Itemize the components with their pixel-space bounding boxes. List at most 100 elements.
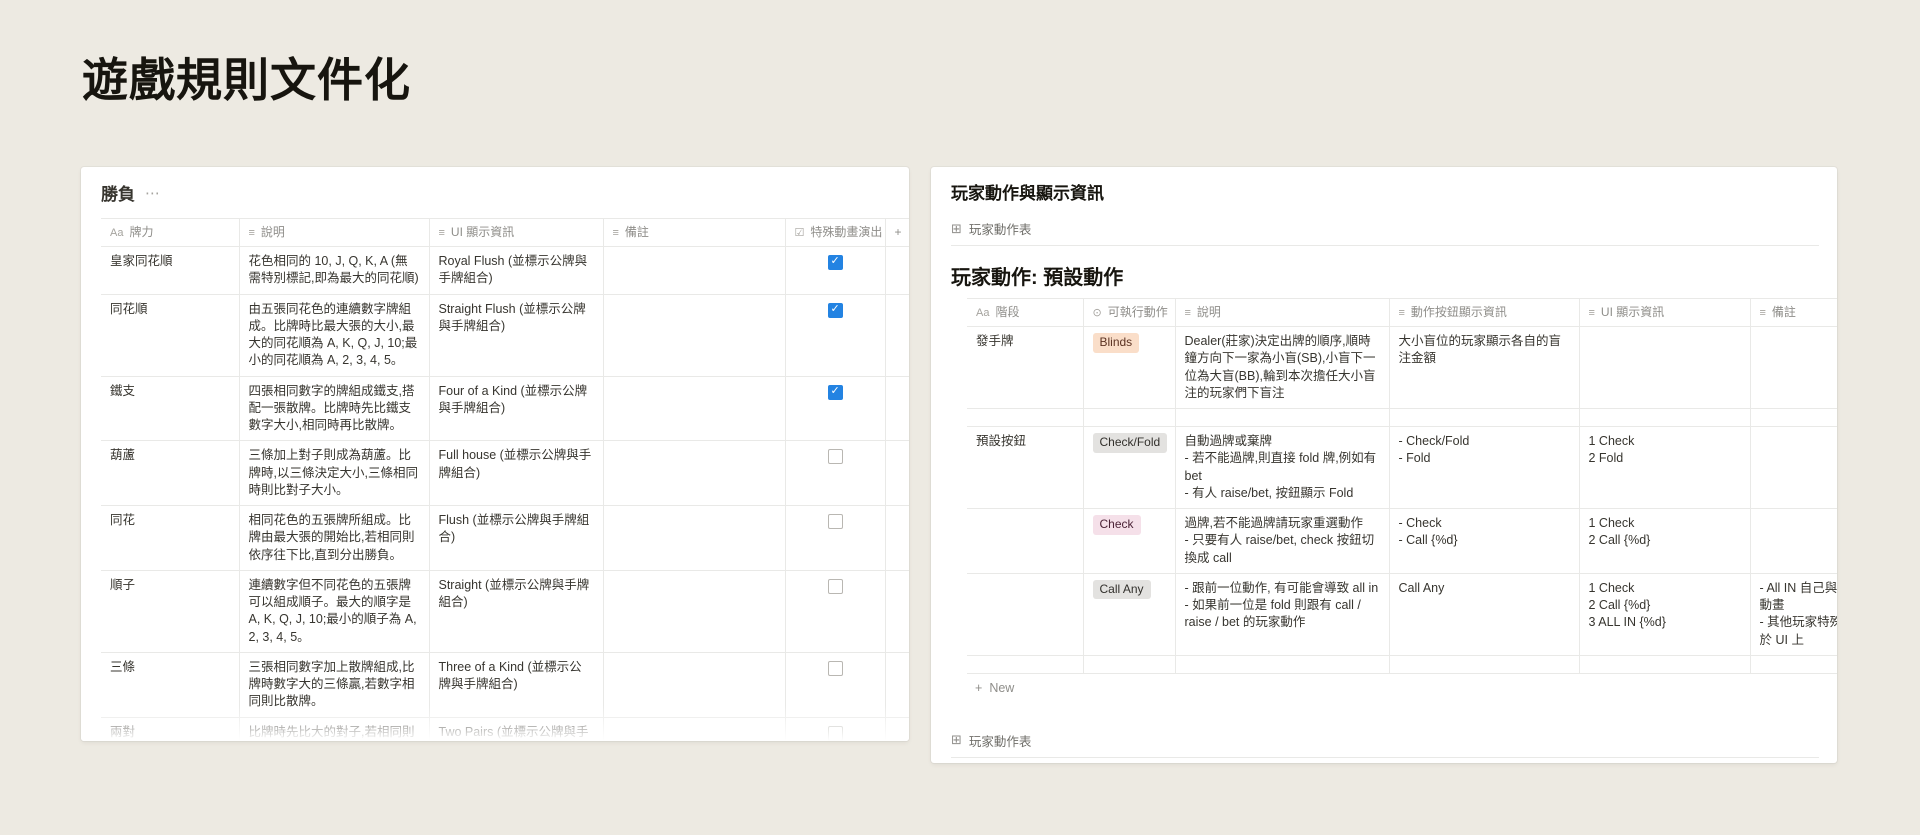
cell-note[interactable] bbox=[1750, 426, 1837, 510]
column-header-button-display[interactable]: ≡ 動作按鈕顯示資訊 bbox=[1389, 297, 1580, 328]
database-view-tab[interactable]: ⊞ 玩家動作表 bbox=[951, 214, 1819, 246]
cell-desc[interactable]: 比牌時先比大的對子,若相同則比小的對子,再相同則比散牌大小。 bbox=[239, 717, 430, 741]
cell-desc[interactable] bbox=[1175, 655, 1390, 674]
cell-ui-display[interactable]: 1 Check 2 Call {%d} 3 ALL IN {%d} bbox=[1579, 573, 1751, 656]
cell-desc[interactable]: 四張相同數字的牌組成鐵支,搭配一張散牌。比牌時先比鐵支數字大小,相同時再比散牌。 bbox=[239, 376, 430, 442]
cell-ui[interactable]: Four of a Kind (並標示公牌與手牌組合) bbox=[429, 376, 604, 442]
cell-stage[interactable] bbox=[967, 508, 1084, 574]
checkbox[interactable] bbox=[827, 254, 843, 271]
cell-note[interactable] bbox=[603, 294, 786, 377]
player-actions-title[interactable]: 玩家動作與顯示資訊 bbox=[951, 179, 1837, 204]
winloss-title[interactable]: 勝負 bbox=[101, 180, 135, 205]
table-row: Call Any - 跟前一位動作, 有可能會導致 all in - 如果前一位… bbox=[967, 573, 1837, 656]
column-header-desc[interactable]: ≡ 說明 bbox=[1175, 297, 1390, 328]
cell-hand[interactable]: 兩對 bbox=[101, 717, 240, 741]
cell-desc[interactable]: 三張相同數字加上散牌組成,比牌時數字大的三條贏,若數字相同則比散牌。 bbox=[239, 652, 430, 718]
cell-hand[interactable]: 同花順 bbox=[101, 294, 240, 377]
cell-note[interactable] bbox=[603, 505, 786, 571]
cell-ui[interactable]: Flush (並標示公牌與手牌組合) bbox=[429, 505, 604, 571]
more-options-icon[interactable]: ⋯ bbox=[145, 184, 160, 202]
cell-button-display[interactable]: - Check/Fold - Fold bbox=[1389, 426, 1580, 510]
cell-stage[interactable]: 發手牌 bbox=[967, 326, 1084, 410]
cell-button-display[interactable]: - Check - Call {%d} bbox=[1389, 508, 1580, 574]
cell-ui[interactable]: Straight Flush (並標示公牌與手牌組合) bbox=[429, 294, 604, 377]
cell-note[interactable] bbox=[603, 376, 786, 442]
table-row: 鐵支 四張相同數字的牌組成鐵支,搭配一張散牌。比牌時先比鐵支數字大小,相同時再比… bbox=[101, 376, 909, 442]
cell-note[interactable] bbox=[603, 717, 786, 741]
cell-note[interactable] bbox=[603, 652, 786, 718]
column-header-stage[interactable]: Aa 階段 bbox=[967, 297, 1084, 328]
cell-ui[interactable]: Three of a Kind (並標示公牌與手牌組合) bbox=[429, 652, 604, 718]
cell-stage[interactable] bbox=[967, 408, 1084, 428]
cell-stage[interactable] bbox=[967, 655, 1084, 674]
checkbox[interactable] bbox=[827, 514, 843, 530]
cell-action[interactable] bbox=[1083, 655, 1176, 674]
column-header-ui-display[interactable]: ≡ UI 顯示資訊 bbox=[1579, 297, 1751, 328]
checkbox[interactable] bbox=[827, 578, 843, 594]
column-header-ui[interactable]: ≡ UI 顯示資訊 bbox=[429, 217, 604, 248]
cell-action[interactable]: Call Any bbox=[1083, 573, 1176, 656]
cell-ui-display[interactable] bbox=[1579, 326, 1751, 410]
cell-button-display[interactable]: 大小盲位的玩家顯示各自的盲注金額 bbox=[1389, 326, 1580, 410]
cell-note[interactable]: - All IN 自己與其他 動畫 - 其他玩家特殊動畫 於 UI 上 bbox=[1750, 573, 1837, 656]
checkbox[interactable] bbox=[827, 725, 843, 741]
cell-hand[interactable]: 皇家同花順 bbox=[101, 246, 240, 295]
cell-ui-display[interactable]: 1 Check 2 Call {%d} bbox=[1579, 508, 1751, 574]
cell-note[interactable] bbox=[1750, 508, 1837, 574]
cell-ui-display[interactable] bbox=[1579, 655, 1751, 674]
cell-desc[interactable]: Dealer(莊家)決定出牌的順序,順時鐘方向下一家為小盲(SB),小盲下一位為… bbox=[1175, 326, 1390, 410]
column-header-note[interactable]: ≡ 備註 bbox=[1750, 297, 1837, 328]
cell-hand[interactable]: 鐵支 bbox=[101, 376, 240, 442]
cell-desc[interactable]: 花色相同的 10, J, Q, K, A (無需特別標記,即為最大的同花順) bbox=[239, 246, 430, 295]
cell-desc[interactable]: 自動過牌或棄牌 - 若不能過牌,則直接 fold 牌,例如有bet - 有人 r… bbox=[1175, 426, 1390, 510]
checkbox[interactable] bbox=[827, 660, 843, 676]
cell-desc[interactable]: 過牌,若不能過牌請玩家重選動作 - 只要有人 raise/bet, check … bbox=[1175, 508, 1390, 574]
column-header-special-animation[interactable]: ☑ 特殊動畫演出 bbox=[785, 217, 886, 248]
cell-action[interactable]: Blinds bbox=[1083, 326, 1176, 410]
cell-desc[interactable]: 連續數字但不同花色的五張牌可以組成順子。最大的順字是 A, K, Q, J, 1… bbox=[239, 570, 430, 653]
checkbox[interactable] bbox=[827, 302, 843, 318]
column-header-desc[interactable]: ≡ 說明 bbox=[239, 217, 430, 248]
column-header-hand[interactable]: Aa 牌力 bbox=[101, 217, 240, 248]
cell-desc[interactable]: 由五張同花色的連續數字牌組成。比牌時比最大張的大小,最大的同花順為 A, K, … bbox=[239, 294, 430, 377]
cell-desc[interactable] bbox=[1175, 408, 1390, 428]
cell-action[interactable]: Check/Fold bbox=[1083, 426, 1176, 510]
cell-note[interactable] bbox=[603, 440, 786, 507]
cell-hand[interactable]: 順子 bbox=[101, 570, 240, 653]
cell-desc[interactable]: 三條加上對子則成為葫蘆。比牌時,以三條決定大小,三條相同時則比對子大小。 bbox=[239, 440, 430, 507]
checkbox[interactable] bbox=[827, 449, 843, 465]
cell-note[interactable] bbox=[603, 246, 786, 295]
cell-button-display[interactable]: Call Any bbox=[1389, 573, 1580, 656]
cell-action[interactable] bbox=[1083, 408, 1176, 428]
cell-button-display[interactable] bbox=[1389, 655, 1580, 674]
cell-hand[interactable]: 三條 bbox=[101, 652, 240, 718]
cell-hand[interactable]: 同花 bbox=[101, 505, 240, 571]
default-actions-heading[interactable]: 玩家動作: 預設動作 bbox=[951, 261, 1837, 290]
cell-hand[interactable]: 葫蘆 bbox=[101, 440, 240, 507]
cell-ui[interactable]: Straight (並標示公牌與手牌組合) bbox=[429, 570, 604, 653]
cell-button-display[interactable] bbox=[1389, 408, 1580, 428]
cell-action[interactable]: Check bbox=[1083, 508, 1176, 574]
cell-ui-display[interactable]: 1 Check 2 Fold bbox=[1579, 426, 1751, 510]
table-row-empty bbox=[967, 655, 1837, 674]
cell-desc[interactable]: 相同花色的五張牌所組成。比牌由最大張的開始比,若相同則依序往下比,直到分出勝負。 bbox=[239, 505, 430, 571]
checkbox[interactable] bbox=[827, 384, 843, 400]
database-view-tab[interactable]: ⊞ 玩家動作表 bbox=[951, 726, 1819, 758]
cell-stage[interactable] bbox=[967, 573, 1084, 656]
cell-note[interactable] bbox=[1750, 655, 1837, 674]
new-row-button[interactable]: + New bbox=[967, 674, 1837, 702]
action-tag: Blinds bbox=[1092, 333, 1140, 353]
add-column-button[interactable]: + bbox=[885, 217, 909, 248]
cell-ui[interactable]: Full house (並標示公牌與手牌組合) bbox=[429, 440, 604, 507]
cell-desc[interactable]: - 跟前一位動作, 有可能會導致 all in - 如果前一位是 fold 則跟… bbox=[1175, 573, 1390, 656]
cell-stage[interactable]: 預設按鈕 bbox=[967, 426, 1084, 510]
cell-ui-display[interactable] bbox=[1579, 408, 1751, 428]
cell-note[interactable] bbox=[1750, 326, 1837, 410]
column-header-action[interactable]: ⊙ 可執行動作 bbox=[1083, 297, 1176, 328]
column-header-note[interactable]: ≡ 備註 bbox=[603, 217, 786, 248]
page-title[interactable]: 遊戲規則文件化 bbox=[82, 44, 411, 110]
cell-note[interactable] bbox=[603, 570, 786, 653]
cell-ui[interactable]: Two Pairs (並標示公牌與手牌組合) bbox=[429, 717, 604, 741]
cell-note[interactable] bbox=[1750, 408, 1837, 428]
cell-ui[interactable]: Royal Flush (並標示公牌與手牌組合) bbox=[429, 246, 604, 295]
